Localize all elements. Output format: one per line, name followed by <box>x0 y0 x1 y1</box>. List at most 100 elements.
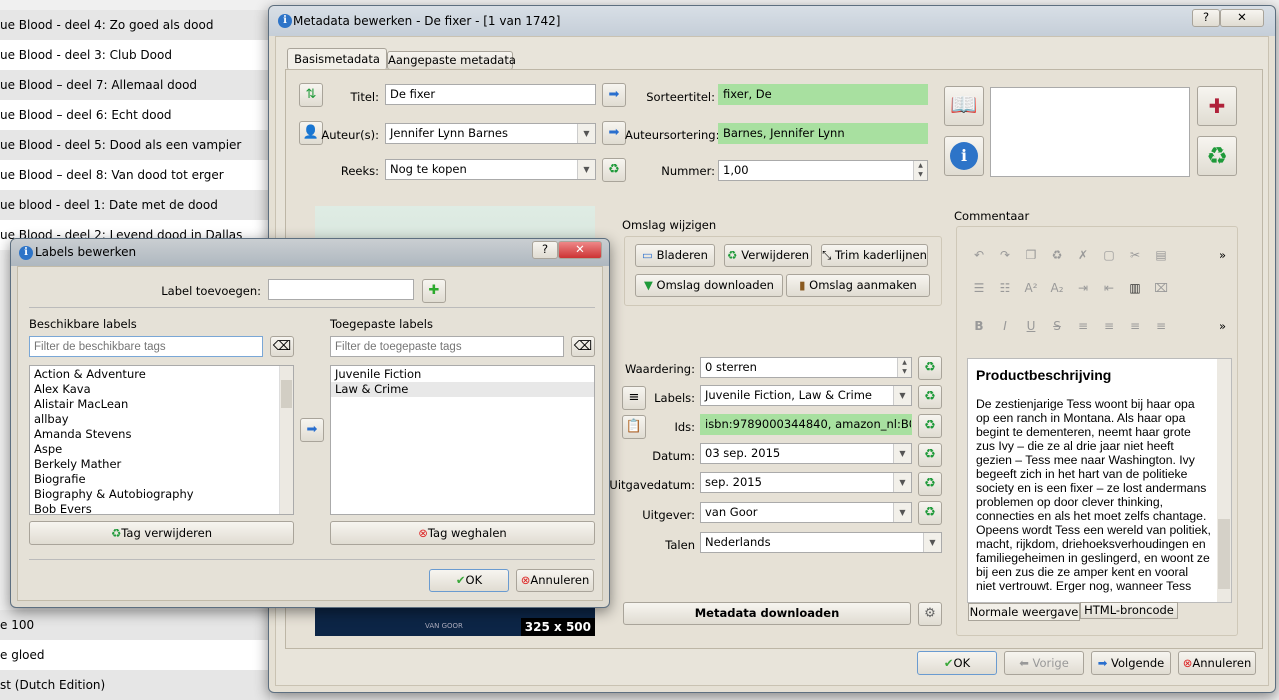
paste-special-icon[interactable]: ▤ <box>1153 241 1169 262</box>
recycle-icon[interactable]: ♻ <box>918 501 942 525</box>
chevron-down-icon[interactable]: ▼ <box>923 533 941 552</box>
tab-html-source[interactable]: HTML-broncode <box>1080 602 1178 619</box>
cut-icon[interactable]: ✂ <box>1127 241 1143 262</box>
chevron-down-icon[interactable]: ▼ <box>893 444 911 463</box>
tab-basismetadata[interactable]: Basismetadata <box>287 48 387 70</box>
chevron-down-icon[interactable]: ▼ <box>893 473 911 492</box>
list-item[interactable]: ue Blood – deel 8: Van dood tot erger <box>0 160 270 190</box>
list-item[interactable]: Aspe <box>30 442 293 457</box>
list-item[interactable]: e 100 <box>0 610 270 640</box>
rating-spinbox[interactable]: 0 sterren ▲ ▼ <box>700 357 912 378</box>
format-list[interactable] <box>990 87 1190 177</box>
paste-icon[interactable]: ▢ <box>1101 241 1117 262</box>
info-button[interactable]: i <box>944 136 984 176</box>
add-label-input[interactable] <box>268 279 414 300</box>
recycle-icon[interactable]: ♻ <box>918 385 942 409</box>
list-item[interactable]: Action & Adventure <box>30 367 293 382</box>
apply-tag-arrow-icon[interactable]: ➡ <box>300 418 324 442</box>
align-right-icon[interactable]: ≡ <box>1127 307 1143 333</box>
chevron-down-icon[interactable]: ▼ <box>577 124 595 143</box>
author-combobox[interactable]: Jennifer Lynn Barnes ▼ <box>385 123 596 144</box>
author-sort-input[interactable]: Barnes, Jennifer Lynn <box>718 123 928 144</box>
trim-button[interactable]: ⤡ Trim kaderlijnen <box>821 244 928 267</box>
help-button[interactable]: ? <box>532 241 558 259</box>
tab-normal-view[interactable]: Normale weergave <box>968 603 1080 621</box>
subscript-icon[interactable]: A₂ <box>1049 269 1065 295</box>
bullet-list-icon[interactable]: ☰ <box>971 269 987 295</box>
bold-icon[interactable]: B <box>971 307 987 333</box>
align-center-icon[interactable]: ≡ <box>1101 307 1117 333</box>
series-combobox[interactable]: Nog te kopen ▼ <box>385 159 596 180</box>
title-input[interactable]: De fixer <box>385 84 596 105</box>
list-item[interactable]: Law & Crime <box>331 382 594 397</box>
applied-tags-list[interactable]: Juvenile Fiction Law & Crime <box>330 365 595 515</box>
comments-editor[interactable]: Productbeschrijving De zestienjarige Tes… <box>967 358 1232 603</box>
chevron-down-icon[interactable]: ▼ <box>893 386 911 405</box>
cancel-button[interactable]: ⊗Annuleren <box>1178 651 1256 675</box>
superscript-icon[interactable]: A² <box>1023 269 1039 295</box>
scrollbar-thumb[interactable] <box>281 380 292 408</box>
remove-format-icon[interactable]: ♻ <box>1197 136 1237 176</box>
book-icon[interactable]: 📖 <box>944 86 984 126</box>
list-item[interactable]: Amanda Stevens <box>30 427 293 442</box>
list-item[interactable]: allbay <box>30 412 293 427</box>
italic-icon[interactable]: I <box>997 307 1013 333</box>
recycle-icon[interactable]: ♻ <box>1049 241 1065 262</box>
recycle-icon[interactable]: ♻ <box>918 472 942 496</box>
align-left-icon[interactable]: ≡ <box>1075 307 1091 333</box>
list-item[interactable]: Alex Kava <box>30 382 293 397</box>
gear-icon[interactable]: ⚙ <box>918 602 942 626</box>
download-metadata-button[interactable]: Metadata downloaden <box>623 602 911 625</box>
outdent-icon[interactable]: ⇤ <box>1101 269 1117 295</box>
list-item[interactable]: Bob Evers <box>30 502 293 514</box>
list-item[interactable]: ue Blood - deel 5: Dood als een vampier <box>0 130 270 160</box>
previous-button[interactable]: ⬅ Vorige <box>1004 651 1084 675</box>
scrollbar-thumb[interactable] <box>1218 519 1230 589</box>
table-icon[interactable]: ▥ <box>1127 269 1143 295</box>
close-button[interactable]: ✕ <box>1220 9 1264 27</box>
scrollbar[interactable] <box>279 366 293 514</box>
recycle-icon[interactable]: ♻ <box>918 356 942 380</box>
indent-icon[interactable]: ⇥ <box>1075 269 1091 295</box>
list-item[interactable]: Biografie <box>30 472 293 487</box>
pubdate-combobox[interactable]: sep. 2015 ▼ <box>700 472 912 493</box>
list-item[interactable]: ue Blood – deel 7: Allemaal dood <box>0 70 270 100</box>
recycle-icon[interactable]: ♻ <box>918 443 942 467</box>
date-combobox[interactable]: 03 sep. 2015 ▼ <box>700 443 912 464</box>
list-item[interactable]: ue Blood - deel 3: Club Dood <box>0 40 270 70</box>
chevron-down-icon[interactable]: ▼ <box>577 160 595 179</box>
undo-icon[interactable]: ↶ <box>971 241 987 262</box>
clear-filter-icon[interactable]: ⌫ <box>270 336 294 357</box>
arrow-right-icon[interactable]: ➡ <box>602 83 626 107</box>
more-icon[interactable]: » <box>1219 241 1226 269</box>
list-item[interactable]: st (Dutch Edition) <box>0 670 270 700</box>
ids-input[interactable]: isbn:9789000344840, amazon_nl:B012B2W <box>700 414 912 435</box>
remove-tag-button[interactable]: ⊗Tag weghalen <box>330 521 595 545</box>
languages-combobox[interactable]: Nederlands ▼ <box>700 532 942 553</box>
list-item[interactable]: e gloed <box>0 640 270 670</box>
number-spinbox[interactable]: 1,00 ▲ ▼ <box>718 160 928 181</box>
list-item[interactable]: Juvenile Fiction <box>331 367 594 382</box>
recycle-icon[interactable]: ♻ <box>602 158 626 182</box>
add-icon[interactable]: ✚ <box>422 279 446 303</box>
applied-filter-input[interactable] <box>330 336 564 357</box>
spin-arrows-icon[interactable]: ▲ ▼ <box>913 161 927 180</box>
clear-filter-icon[interactable]: ⌫ <box>571 336 595 357</box>
add-format-icon[interactable]: ✚ <box>1197 86 1237 126</box>
ok-button[interactable]: ✔OK <box>917 651 997 675</box>
redo-icon[interactable]: ↷ <box>997 241 1013 262</box>
recycle-icon[interactable]: ♻ <box>918 414 942 438</box>
list-item[interactable]: ue Blood – deel 6: Echt dood <box>0 100 270 130</box>
copy-icon[interactable]: ❐ <box>1023 241 1039 262</box>
cancel-button[interactable]: ⊗Annuleren <box>516 569 594 592</box>
generate-cover-button[interactable]: ▮ Omslag aanmaken <box>786 274 930 297</box>
download-cover-button[interactable]: ▼ Omslag downloaden <box>635 274 783 297</box>
list-item[interactable]: Alistair MacLean <box>30 397 293 412</box>
browse-button[interactable]: ▭ Bladeren <box>635 244 715 267</box>
chevron-down-icon[interactable]: ▼ <box>893 503 911 522</box>
list-item[interactable]: Berkely Mather <box>30 457 293 472</box>
more-icon[interactable]: » <box>1219 307 1226 345</box>
list-item[interactable]: Biography & Autobiography <box>30 487 293 502</box>
spin-arrows-icon[interactable]: ▲ ▼ <box>897 358 911 377</box>
numbered-list-icon[interactable]: ☷ <box>997 269 1013 295</box>
